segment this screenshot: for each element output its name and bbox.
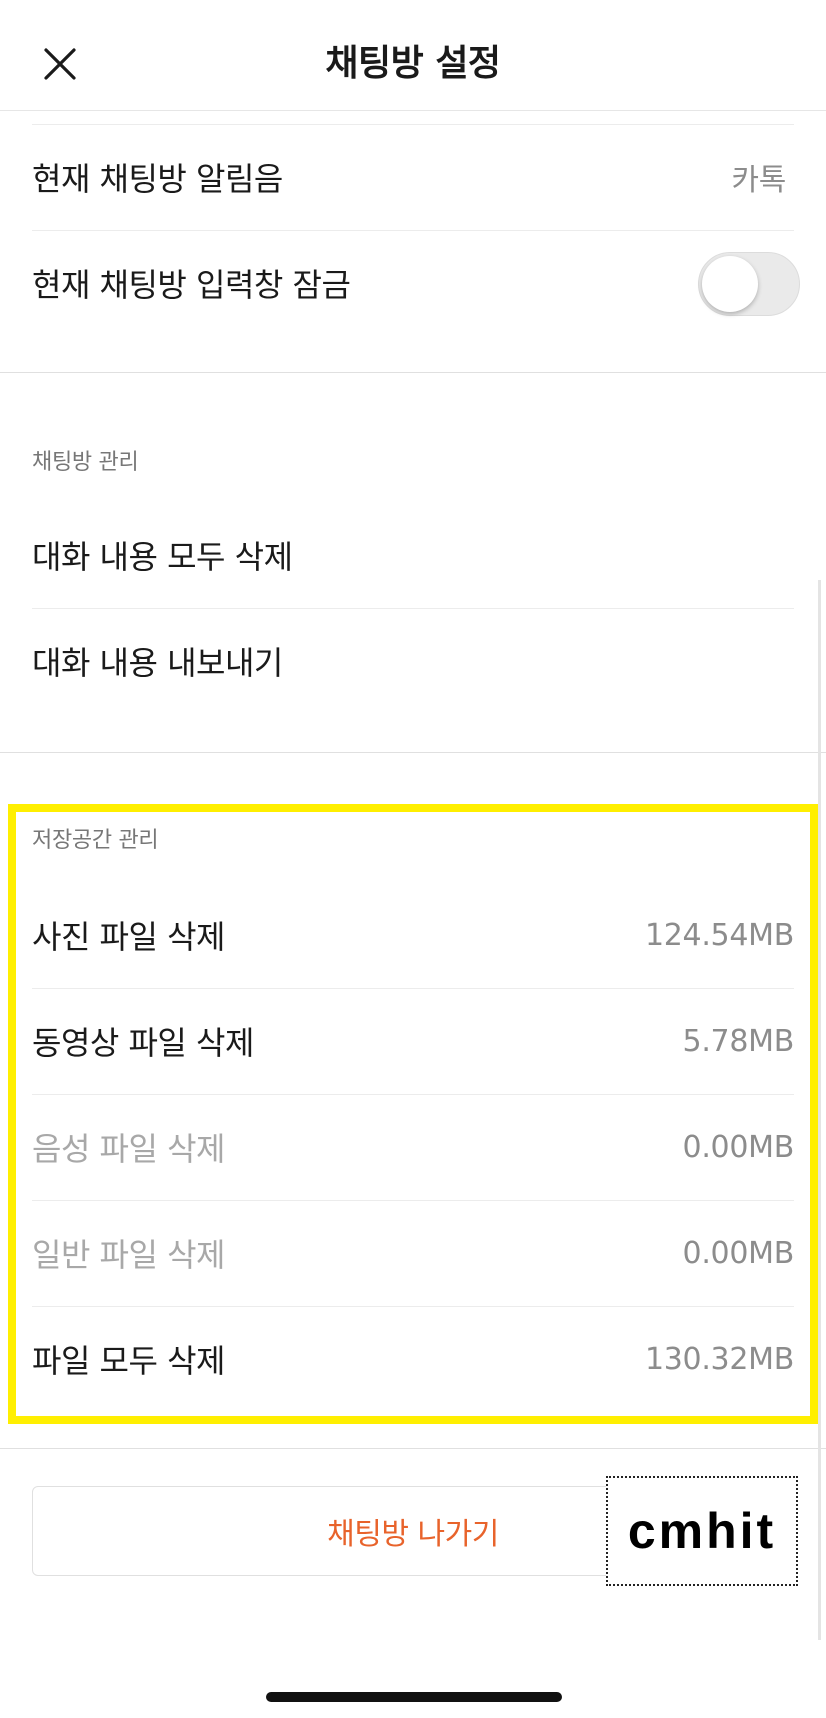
export-conversation-label: 대화 내용 내보내기: [32, 644, 283, 682]
watermark-text: cmhit: [627, 1503, 777, 1559]
management-section-heading: 채팅방 관리: [32, 450, 139, 475]
notification-sound-row[interactable]: 현재 채팅방 알림음 카톡: [32, 124, 794, 230]
export-conversation-row[interactable]: 대화 내용 내보내기: [32, 608, 794, 714]
section-divider: [0, 1448, 826, 1449]
page-title: 채팅방 설정: [325, 43, 501, 84]
notification-sound-label: 현재 채팅방 알림음: [32, 160, 283, 198]
section-divider: [0, 752, 826, 753]
delete-photo-files-row[interactable]: 사진 파일 삭제 124.54MB: [32, 882, 794, 988]
input-lock-label: 현재 채팅방 입력창 잠금: [32, 266, 351, 304]
delete-all-conversation-label: 대화 내용 모두 삭제: [32, 538, 293, 576]
video-files-size: 5.78MB: [682, 1023, 795, 1059]
general-files-size: 0.00MB: [682, 1235, 795, 1271]
notification-sound-value: 카톡: [731, 163, 786, 198]
storage-section-heading: 저장공간 관리: [32, 828, 159, 853]
section-divider: [0, 372, 826, 373]
delete-video-files-label: 동영상 파일 삭제: [32, 1024, 254, 1062]
delete-voice-files-row: 음성 파일 삭제 0.00MB: [32, 1094, 794, 1200]
header-bar: 채팅방 설정: [0, 0, 826, 111]
toggle-knob: [702, 256, 758, 312]
watermark: cmhit: [606, 1476, 798, 1586]
leave-chatroom-label: 채팅방 나가기: [327, 1517, 499, 1552]
home-indicator[interactable]: [266, 1692, 562, 1702]
input-lock-toggle[interactable]: [698, 252, 800, 316]
delete-general-files-label: 일반 파일 삭제: [32, 1236, 225, 1274]
photo-files-size: 124.54MB: [644, 917, 794, 953]
delete-voice-files-label: 음성 파일 삭제: [32, 1130, 225, 1168]
input-lock-row: 현재 채팅방 입력창 잠금: [32, 230, 794, 336]
delete-video-files-row[interactable]: 동영상 파일 삭제 5.78MB: [32, 988, 794, 1094]
delete-all-files-label: 파일 모두 삭제: [32, 1342, 225, 1380]
all-files-size: 130.32MB: [644, 1341, 794, 1377]
delete-all-files-row[interactable]: 파일 모두 삭제 130.32MB: [32, 1306, 794, 1412]
scrollbar[interactable]: [818, 580, 821, 1640]
voice-files-size: 0.00MB: [682, 1129, 795, 1165]
delete-all-conversation-row[interactable]: 대화 내용 모두 삭제: [32, 502, 794, 608]
delete-photo-files-label: 사진 파일 삭제: [32, 918, 225, 956]
delete-general-files-row: 일반 파일 삭제 0.00MB: [32, 1200, 794, 1306]
